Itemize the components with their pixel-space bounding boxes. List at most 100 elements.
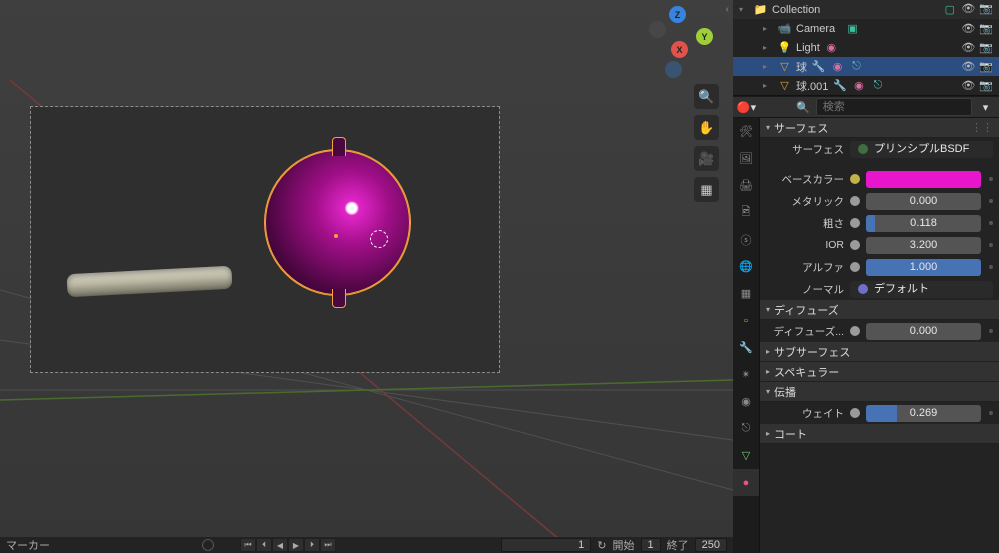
material-panel: ▾サーフェス⋮⋮ サーフェス プリンシプルBSDF ベースカラー メタリック 0… (760, 118, 999, 553)
jump-end-icon[interactable]: ⏭ (320, 538, 336, 552)
section-specular[interactable]: ▸スペキュラー (760, 362, 999, 382)
animate-dot[interactable] (989, 177, 993, 181)
properties-tabs: 🛠 🖼 🖨 🖻 ⓢ 🌐 ▦ ▫ 🔧 ✴ ◉ ⎋ ▽ ● (733, 118, 760, 553)
tab-modifiers[interactable]: 🔧 (733, 334, 759, 361)
input-socket-icon[interactable] (850, 218, 860, 228)
tab-physics[interactable]: ◉ (733, 388, 759, 415)
tab-object[interactable]: ▫ (733, 307, 759, 334)
tab-data[interactable]: ▽ (733, 442, 759, 469)
tab-scene[interactable]: ⓢ (733, 226, 759, 253)
camera-view-icon[interactable]: 🎥 (694, 146, 719, 171)
object-origin (334, 234, 338, 238)
autokey-toggle[interactable] (202, 539, 214, 551)
start-frame-field[interactable]: 1 (641, 538, 661, 552)
weight-label: ウェイト (766, 406, 844, 421)
end-frame-field[interactable]: 250 (695, 538, 727, 552)
outliner-item-sphere001[interactable]: ▸ ▽ 球.001 🔧 ◉ ⎋ 👁📷 (733, 76, 999, 95)
input-socket-icon[interactable] (850, 326, 860, 336)
viewport-3d[interactable]: ‹ Z Y X 🔍 ✋ 🎥 ▦ マーカー ⏮ ⏴ ◀ ▶ ⏵ ⏭ 1 ↻ 開始 … (0, 0, 733, 553)
section-surface[interactable]: ▾サーフェス⋮⋮ (760, 118, 999, 138)
header-collapse-icon[interactable]: ‹ (726, 4, 729, 15)
section-subsurface[interactable]: ▸サブサーフェス (760, 342, 999, 362)
search-input[interactable] (816, 98, 972, 116)
normal-dropdown[interactable]: デフォルト (850, 281, 993, 298)
jump-start-icon[interactable]: ⏮ (240, 538, 256, 552)
axis-neg2[interactable] (665, 61, 682, 78)
axis-x[interactable]: X (671, 41, 688, 58)
disable-render-icon[interactable]: 📷 (979, 22, 993, 35)
material-selector-icon[interactable]: 🔴▾ (739, 100, 754, 115)
tab-particles[interactable]: ✴ (733, 361, 759, 388)
tab-collection[interactable]: ▦ (733, 280, 759, 307)
diffuse-rough-slider[interactable]: 0.000 (866, 323, 981, 340)
viewport-tool-buttons: 🔍 ✋ 🎥 ▦ (694, 84, 719, 202)
outliner-item-light[interactable]: ▸ 💡 Light ◉ 👁📷 (733, 38, 999, 57)
perspective-toggle-icon[interactable]: ▦ (694, 177, 719, 202)
tab-material[interactable]: ● (733, 469, 759, 496)
tab-output[interactable]: 🖨 (733, 172, 759, 199)
animate-dot[interactable] (989, 199, 993, 203)
timeline-bar: マーカー ⏮ ⏴ ◀ ▶ ⏵ ⏭ 1 ↻ 開始 1 終了 250 (0, 537, 733, 553)
ior-field[interactable]: 3.200 (866, 237, 981, 254)
play-icon[interactable]: ▶ (288, 538, 304, 552)
section-coat[interactable]: ▸コート (760, 424, 999, 444)
tab-viewlayer[interactable]: 🖻 (733, 199, 759, 226)
alpha-slider[interactable]: 1.000 (866, 259, 981, 276)
disable-render-icon[interactable]: 📷 (979, 2, 993, 17)
roughness-slider[interactable]: 0.118 (866, 215, 981, 232)
animate-dot[interactable] (989, 243, 993, 247)
disable-render-icon[interactable]: 📷 (979, 79, 993, 92)
animate-dot[interactable] (989, 265, 993, 269)
item-name: Light (796, 42, 820, 54)
disable-render-icon[interactable]: 📷 (979, 41, 993, 54)
input-socket-icon[interactable] (850, 196, 860, 206)
collection-row[interactable]: ▾ 📁 Collection ▢👁📷 (733, 0, 999, 19)
section-transmission[interactable]: ▾伝播 (760, 382, 999, 402)
outliner-item-camera[interactable]: ▸ 📹 Camera ▣ 👁📷 (733, 19, 999, 38)
sphere-mesh-selected[interactable] (265, 150, 410, 295)
axis-neg1[interactable] (649, 21, 666, 38)
expand-icon[interactable]: ▸ (763, 24, 773, 33)
keyframe-prev-icon[interactable]: ⏴ (256, 538, 272, 552)
input-socket-icon[interactable] (850, 262, 860, 272)
base-color-swatch[interactable] (866, 171, 981, 188)
input-socket-icon[interactable] (850, 240, 860, 250)
input-socket-icon[interactable] (850, 174, 860, 184)
navigation-gizmo[interactable]: Z Y X (641, 6, 713, 78)
tab-constraints[interactable]: ⎋ (733, 415, 759, 442)
playback-controls: ⏮ ⏴ ◀ ▶ ⏵ ⏭ (240, 538, 336, 552)
animate-dot[interactable] (989, 329, 993, 333)
tab-world[interactable]: 🌐 (733, 253, 759, 280)
input-socket-icon[interactable] (850, 408, 860, 418)
current-frame-field[interactable]: 1 (501, 538, 591, 552)
tab-render[interactable]: 🖼 (733, 145, 759, 172)
axis-z[interactable]: Z (669, 6, 686, 23)
pan-icon[interactable]: ✋ (694, 115, 719, 140)
metallic-slider[interactable]: 0.000 (866, 193, 981, 210)
disable-render-icon[interactable]: 📷 (979, 60, 993, 73)
shader-dropdown[interactable]: プリンシプルBSDF (850, 141, 993, 158)
expand-icon[interactable]: ▸ (763, 81, 773, 90)
section-diffuse[interactable]: ▾ディフューズ (760, 300, 999, 320)
exclude-toggle[interactable]: ▢ (942, 2, 957, 17)
expand-icon[interactable]: ▾ (739, 5, 749, 14)
sync-icon[interactable]: ↻ (597, 539, 606, 552)
zoom-icon[interactable]: 🔍 (694, 84, 719, 109)
keyframe-next-icon[interactable]: ⏵ (304, 538, 320, 552)
expand-icon[interactable]: ▸ (763, 43, 773, 52)
axis-y[interactable]: Y (696, 28, 713, 45)
eye-icon[interactable]: 👁 (961, 2, 975, 17)
play-reverse-icon[interactable]: ◀ (272, 538, 288, 552)
outliner-item-sphere[interactable]: ▸ ▽ 球 🔧 ◉ ⎋ 👁📷 (733, 57, 999, 76)
eye-icon[interactable]: 👁 (961, 41, 975, 54)
options-icon[interactable]: ▾ (978, 100, 993, 115)
weight-slider[interactable]: 0.269 (866, 405, 981, 422)
eye-icon[interactable]: 👁 (961, 22, 975, 35)
animate-dot[interactable] (989, 411, 993, 415)
animate-dot[interactable] (989, 221, 993, 225)
eye-icon[interactable]: 👁 (961, 60, 975, 73)
eye-icon[interactable]: 👁 (961, 79, 975, 92)
tab-tool[interactable]: 🛠 (733, 118, 759, 145)
expand-icon[interactable]: ▸ (763, 62, 773, 71)
roughness-label: 粗さ (766, 216, 844, 231)
